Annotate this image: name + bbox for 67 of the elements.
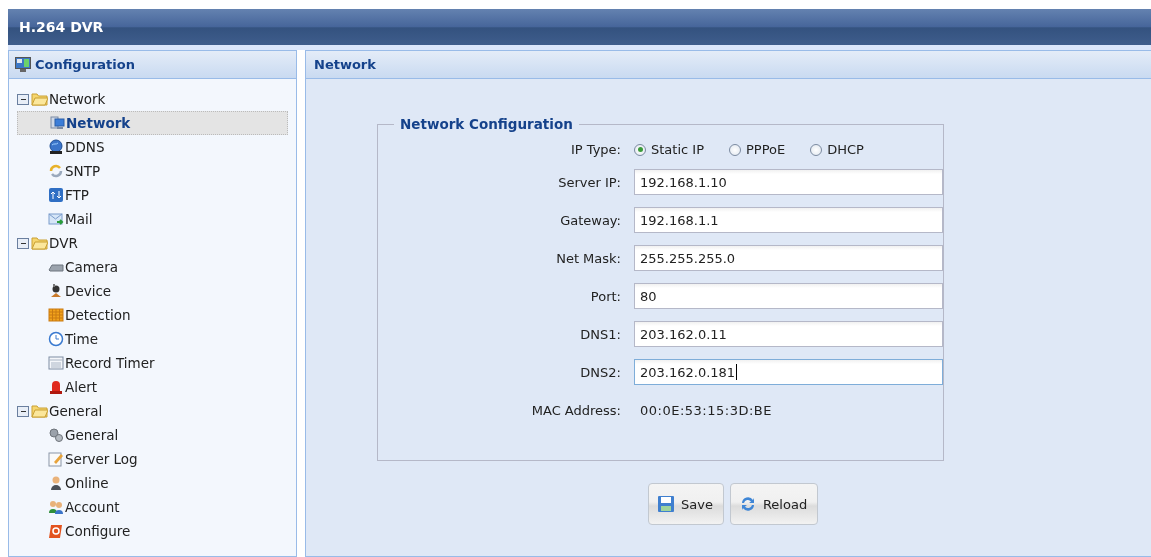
field-label: Gateway: bbox=[559, 212, 621, 228]
panel-title: Network bbox=[314, 57, 376, 72]
tree-item[interactable]: Online bbox=[17, 471, 288, 495]
collapse-toggle-icon[interactable] bbox=[17, 93, 29, 105]
tree-item[interactable]: Alert bbox=[17, 375, 288, 399]
reload-button[interactable]: Reload bbox=[729, 483, 819, 525]
tree-item[interactable]: Record Timer bbox=[17, 351, 288, 375]
tree-item[interactable]: Network bbox=[17, 111, 288, 135]
person-icon bbox=[48, 475, 64, 491]
field-label: IP Type: bbox=[569, 142, 621, 157]
box-icon bbox=[48, 523, 64, 539]
collapse-toggle-icon[interactable] bbox=[17, 237, 29, 249]
folder-icon bbox=[31, 92, 48, 106]
tree-group[interactable]: Network bbox=[48, 91, 106, 107]
radio-button[interactable] bbox=[729, 143, 741, 156]
input-field[interactable]: 192.168.1.10 bbox=[634, 169, 943, 195]
collapse-toggle-icon[interactable] bbox=[17, 405, 29, 417]
tree-item[interactable]: FTP bbox=[17, 183, 288, 207]
envelope-icon bbox=[48, 211, 64, 227]
tree-item[interactable]: Camera bbox=[17, 255, 288, 279]
input-field[interactable]: 203.162.0.181 bbox=[634, 359, 943, 385]
grid-icon bbox=[48, 307, 64, 323]
radio-label[interactable]: PPPoE bbox=[746, 142, 786, 157]
tree-item[interactable]: Configure bbox=[17, 519, 288, 543]
panel-title: Configuration bbox=[35, 56, 135, 73]
field-label: DNS1: bbox=[579, 326, 621, 342]
tree-group[interactable]: General bbox=[48, 403, 103, 419]
tree-item[interactable]: DDNS bbox=[17, 135, 288, 159]
radio-label[interactable]: Static IP bbox=[651, 142, 704, 157]
globe-icon bbox=[48, 139, 64, 155]
input-field[interactable]: 80 bbox=[634, 283, 943, 309]
notepad-icon bbox=[48, 451, 64, 467]
tree-item[interactable]: SNTP bbox=[17, 159, 288, 183]
tree-item[interactable]: Server Log bbox=[17, 447, 288, 471]
folder-icon bbox=[31, 236, 48, 250]
gears-icon bbox=[48, 427, 64, 443]
save-button[interactable]: Save bbox=[648, 483, 724, 525]
tree-item[interactable]: Account bbox=[17, 495, 288, 519]
window-icon bbox=[48, 355, 64, 371]
tree-group[interactable]: DVR bbox=[48, 235, 78, 251]
siren-icon bbox=[48, 379, 64, 395]
sync-icon bbox=[48, 163, 64, 179]
input-field[interactable]: 192.168.1.1 bbox=[634, 207, 943, 233]
clock-icon bbox=[48, 331, 64, 347]
radio-button[interactable] bbox=[810, 143, 823, 156]
radio-label[interactable]: DHCP bbox=[827, 142, 864, 157]
field-label: MAC Address: bbox=[530, 403, 621, 418]
radio-button[interactable] bbox=[634, 143, 646, 156]
tree-item[interactable]: General bbox=[17, 423, 288, 447]
tree-item[interactable]: Mail bbox=[17, 207, 288, 231]
field-label: DNS2: bbox=[579, 364, 621, 380]
input-field[interactable]: 203.162.0.11 bbox=[634, 321, 943, 347]
monitor-icon bbox=[15, 57, 31, 72]
folder-icon bbox=[31, 404, 48, 418]
tree-item[interactable]: Detection bbox=[17, 303, 288, 327]
tree-item[interactable]: Device bbox=[17, 279, 288, 303]
input-field[interactable]: 255.255.255.0 bbox=[634, 245, 943, 271]
transfer-icon bbox=[48, 187, 64, 203]
app-title-bar: H.264 DVR bbox=[8, 9, 1151, 45]
people-icon bbox=[48, 499, 64, 515]
section-title: Network Configuration bbox=[399, 116, 574, 132]
field-label: Server IP: bbox=[557, 174, 621, 190]
mac-address-value: 00:0E:53:15:3D:BE bbox=[639, 403, 773, 418]
field-label: Net Mask: bbox=[555, 250, 621, 266]
tree-item[interactable]: Time bbox=[17, 327, 288, 351]
field-label: Port: bbox=[589, 288, 621, 304]
computer-icon bbox=[49, 115, 65, 131]
